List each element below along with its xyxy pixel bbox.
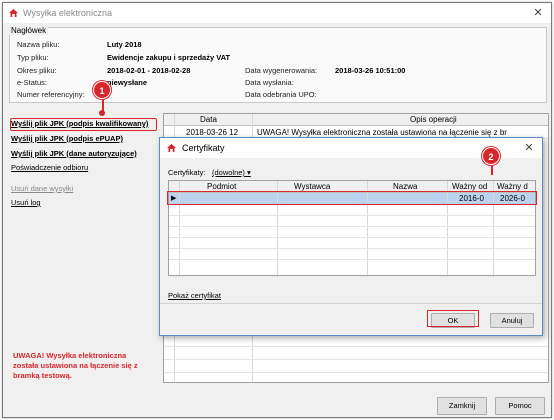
file-type-label: Typ pliku: — [17, 53, 49, 62]
dialog-separator — [160, 303, 542, 304]
col-subject[interactable]: Podmiot — [207, 182, 236, 191]
badge-connector — [491, 165, 493, 175]
highlight-send-qualified — [10, 118, 157, 131]
e-status-value: niewysłane — [107, 78, 148, 87]
grid-row-line — [169, 248, 535, 249]
col-valid-from[interactable]: Ważny od — [452, 182, 487, 191]
certificate-filter-dropdown[interactable]: (dowolne) ▾ — [212, 168, 251, 177]
file-name-label: Nazwa pliku: — [17, 40, 60, 49]
grid-row-line — [169, 259, 535, 260]
app-icon — [167, 144, 176, 152]
help-button[interactable]: Pomoc — [495, 397, 545, 415]
certificate-filter-label: Certyfikaty: — [168, 168, 206, 177]
title-bar: Wysyłka elektroniczna ✕ — [3, 3, 551, 23]
dialog-title: Certyfikaty — [182, 143, 225, 153]
col-valid-to[interactable]: Ważny d — [497, 182, 528, 191]
cancel-button[interactable]: Anuluj — [490, 313, 534, 328]
file-name-value: Luty 2018 — [107, 40, 142, 49]
log-row-date[interactable]: 2018-03-26 12 — [186, 128, 238, 137]
send-auth-link[interactable]: Wyślij plik JPK (dane autoryzujące) — [11, 149, 137, 158]
generated-date-value: 2018-03-26 10:51:00 — [335, 66, 406, 75]
send-epuap-link[interactable]: Wyślij plik JPK (podpis ePUAP) — [11, 134, 123, 143]
grid-row-line — [169, 237, 535, 238]
grid-row-line — [169, 226, 535, 227]
grid-row-line — [164, 372, 548, 373]
delete-log-link[interactable]: Usuń log — [11, 198, 41, 207]
certificates-dialog: Certyfikaty ✕ Certyfikaty: (dowolne) ▾ P… — [159, 137, 543, 336]
e-status-label: e-Status: — [17, 78, 48, 87]
file-type-value: Ewidencje zakupu i sprzedaży VAT — [107, 53, 231, 62]
col-description[interactable]: Opis operacji — [410, 115, 457, 124]
chevron-down-icon: ▾ — [244, 168, 251, 177]
header-legend: Nagłówek — [9, 26, 49, 35]
confirm-receipt-link[interactable]: Poświadczenie odbioru — [11, 163, 88, 172]
file-period-value: 2018-02-01 - 2018-02-28 — [107, 66, 191, 75]
log-grid-header: Data Opis operacji — [164, 114, 548, 126]
highlight-certificate-row — [167, 191, 537, 205]
close-icon[interactable]: ✕ — [522, 141, 536, 155]
sent-date-label: Data wysłania: — [245, 78, 294, 87]
show-certificate-link[interactable]: Pokaż certyfikat — [168, 291, 221, 300]
close-icon[interactable]: ✕ — [531, 6, 545, 20]
step-badge-2: 2 — [482, 147, 500, 165]
delete-shipment-link: Usuń dane wysyłki — [11, 184, 74, 193]
col-issuer[interactable]: Wystawca — [294, 182, 330, 191]
step-badge-1: 1 — [93, 81, 111, 99]
log-row-description[interactable]: UWAGA! Wysyłka elektroniczna została ust… — [257, 128, 507, 137]
col-date[interactable]: Data — [200, 115, 217, 124]
ref-number-label: Numer referencyjny: — [17, 90, 85, 99]
grid-row-line — [164, 359, 548, 360]
close-button[interactable]: Zamknij — [437, 397, 487, 415]
certificate-filter-value: (dowolne) — [212, 168, 245, 177]
app-icon — [9, 9, 18, 17]
highlight-ok-button — [427, 310, 479, 327]
generated-date-label: Data wygenerowania: — [245, 66, 318, 75]
file-period-label: Okres pliku: — [17, 66, 57, 75]
test-gateway-warning: UWAGA! Wysyłka elektroniczna została ust… — [13, 351, 138, 380]
badge-pointer-dot — [99, 110, 105, 116]
upo-date-label: Data odebrania UPO: — [245, 90, 317, 99]
col-name[interactable]: Nazwa — [393, 182, 417, 191]
window-title: Wysyłka elektroniczna — [23, 8, 112, 18]
grid-row-line — [164, 346, 548, 347]
grid-row-line — [169, 215, 535, 216]
